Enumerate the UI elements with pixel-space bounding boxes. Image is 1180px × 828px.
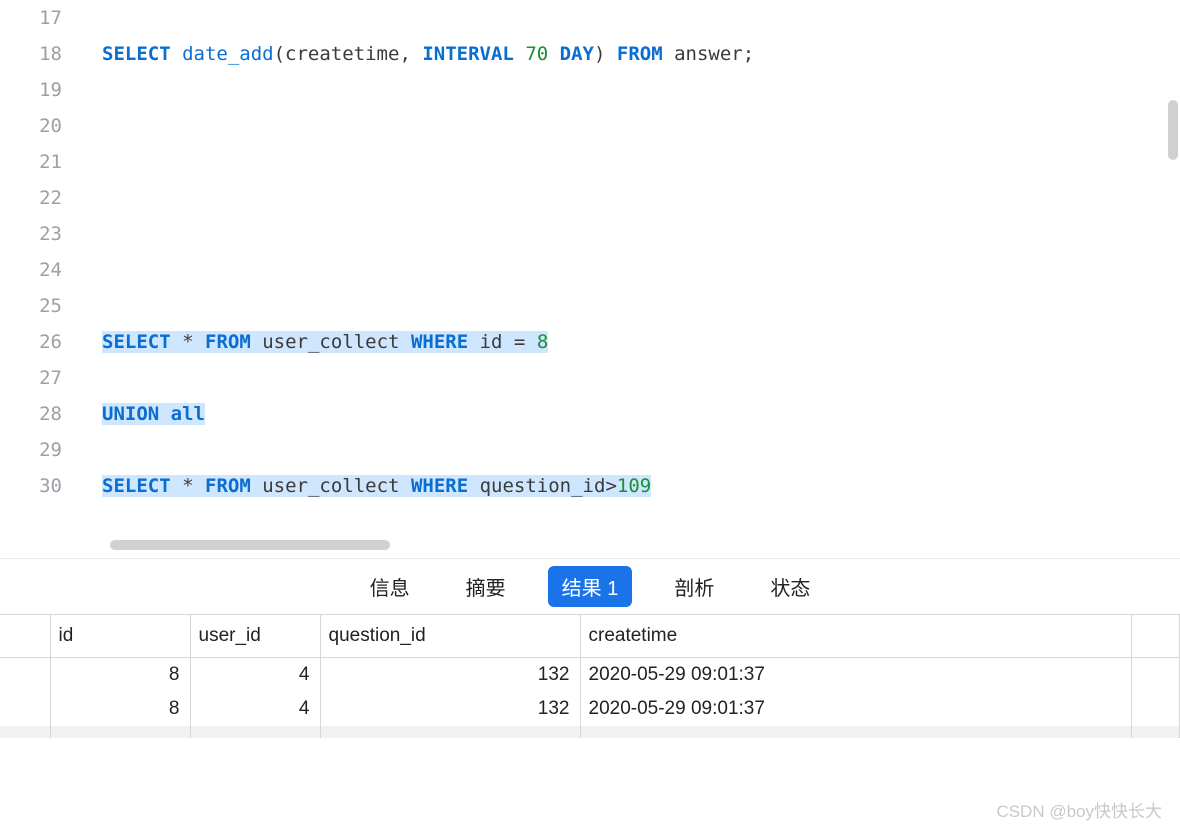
results-grid[interactable]: id user_id question_id createtime 8 4 13…	[0, 614, 1180, 738]
horizontal-scrollbar[interactable]	[100, 540, 1160, 554]
col-rownum[interactable]	[0, 615, 50, 658]
cell-user-id: 4	[190, 692, 320, 726]
tab-status[interactable]: 状态	[756, 566, 824, 607]
table-row-empty	[0, 726, 1180, 738]
cell-createtime: 2020-05-29 09:01:37	[580, 658, 1131, 693]
col-user-id[interactable]: user_id	[190, 615, 320, 658]
sql-editor[interactable]: 171819 202122 232425 262728 2930 SELECT …	[0, 0, 1180, 558]
table-row[interactable]: 8 4 132 2020-05-29 09:01:37	[0, 692, 1180, 726]
tab-info[interactable]: 信息	[356, 566, 424, 607]
row-marker	[0, 658, 50, 693]
col-question-id[interactable]: question_id	[320, 615, 580, 658]
cell-extra	[1131, 658, 1179, 693]
col-id[interactable]: id	[50, 615, 190, 658]
cell-createtime: 2020-05-29 09:01:37	[580, 692, 1131, 726]
tab-profile[interactable]: 剖析	[660, 566, 728, 607]
cell-user-id: 4	[190, 658, 320, 693]
cell-id: 8	[50, 658, 190, 693]
line-gutter: 171819 202122 232425 262728 2930	[0, 0, 80, 558]
tab-summary[interactable]: 摘要	[452, 566, 520, 607]
cell-extra	[1131, 692, 1179, 726]
code-content[interactable]: SELECT date_add(createtime, INTERVAL 70 …	[80, 0, 1180, 558]
col-createtime[interactable]: createtime	[580, 615, 1131, 658]
row-marker	[0, 692, 50, 726]
watermark: CSDN @boy快快长大	[996, 797, 1162, 822]
cell-question-id: 132	[320, 658, 580, 693]
cell-question-id: 132	[320, 692, 580, 726]
tab-result-1[interactable]: 结果 1	[548, 566, 633, 607]
vertical-scrollbar[interactable]	[1168, 100, 1178, 160]
table-row[interactable]: 8 4 132 2020-05-29 09:01:37	[0, 658, 1180, 693]
cell-id: 8	[50, 692, 190, 726]
results-table[interactable]: id user_id question_id createtime 8 4 13…	[0, 615, 1180, 738]
table-header-row: id user_id question_id createtime	[0, 615, 1180, 658]
col-extra[interactable]	[1131, 615, 1179, 658]
result-tabs: 信息 摘要 结果 1 剖析 状态	[0, 558, 1180, 614]
scroll-thumb[interactable]	[110, 540, 390, 550]
